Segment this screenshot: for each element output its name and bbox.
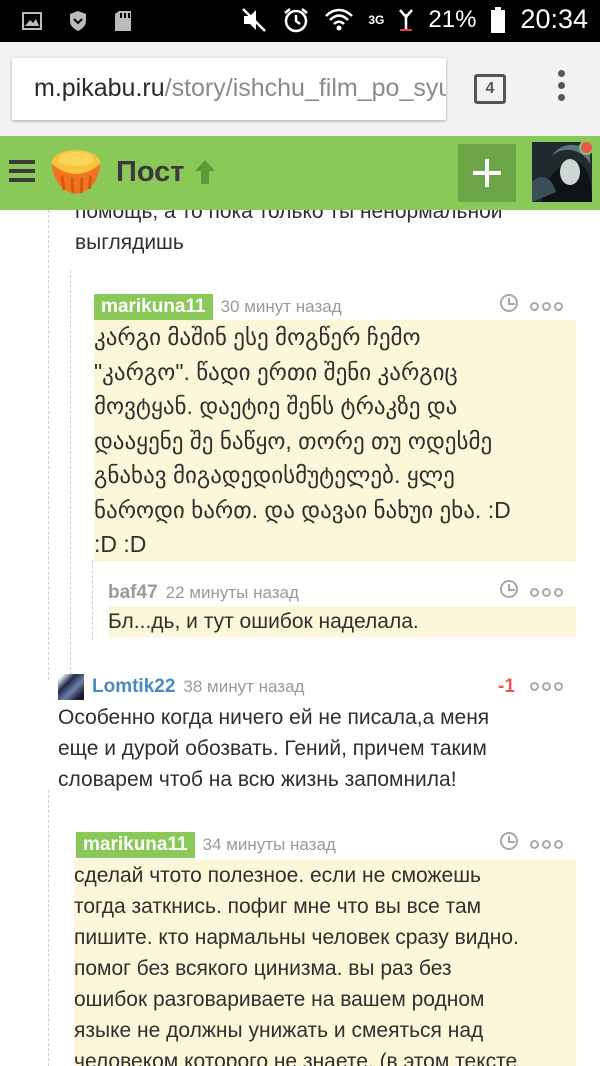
sd-card-icon [115,11,131,31]
comment-time: 38 минут назад [183,677,305,696]
comment-author[interactable]: marikuna11 [76,832,195,858]
comment-text: помощь, а то пока только ты ненормальной… [75,210,503,254]
comment-more-icon[interactable] [530,302,563,311]
comment-more-icon[interactable] [530,840,563,849]
comment-meta: Lomtik22 38 минут назад [58,674,304,700]
signal-icon [399,8,414,31]
comments-thread: помощь, а то пока только ты ненормальной… [0,210,600,1066]
clock-icon[interactable] [500,580,518,598]
gallery-icon [22,12,42,30]
comment-meta: marikuna11 30 минут назад [94,294,342,320]
clock-time: 20:34 [520,4,588,34]
commenter-avatar[interactable] [58,674,84,700]
network-type: 3G [368,12,385,27]
comment-text: сделай чтото полезное. если не сможешь т… [74,860,576,1066]
comment-meta: baf47 22 минуты назад [108,582,299,604]
clock-icon[interactable] [500,294,518,312]
thread-line [48,210,49,680]
comment-rating: -1 [498,676,515,697]
tab-switcher-button[interactable]: 4 [474,74,506,104]
url-host: m.pikabu.ru [34,74,165,102]
comment-author[interactable]: baf47 [108,582,158,604]
comment-text: Особенно когда ничего ей не писала,а мен… [58,706,490,791]
thread-line [48,790,49,1066]
alarm-icon [284,7,309,32]
browser-toolbar: m.pikabu.ru/story/ishchu_film_po_syu 4 [0,42,600,136]
add-post-button[interactable] [458,144,516,202]
scroll-up-arrow-icon[interactable] [192,158,218,186]
comment-author[interactable]: marikuna11 [94,294,213,320]
wifi-icon [325,8,354,30]
comment-author[interactable]: Lomtik22 [92,676,175,698]
comment-more-icon[interactable] [530,588,563,597]
status-bar-notifications [22,10,132,32]
battery-icon [491,6,506,33]
comment-time: 22 минуты назад [165,583,299,602]
comment-time: 30 минут назад [220,297,342,316]
page-title: Пост [116,156,185,188]
app-header: Пост [0,136,600,210]
comment-text: კარგი მაშინ ესე მოგწერ ჩემო "კარგო". წად… [94,320,576,562]
thread-line [70,270,71,680]
pikabu-logo[interactable] [48,146,104,198]
hamburger-menu-icon[interactable] [9,160,35,182]
url-path: /story/ishchu_film_po_syu [164,74,446,102]
thread-line [92,560,93,640]
browser-menu-button[interactable] [553,70,569,106]
comment-time: 34 минуты назад [202,835,336,854]
shield-icon [70,11,86,31]
notification-badge [579,140,594,155]
status-bar: 3G 21% 20:34 [0,0,600,42]
status-bar-system: 3G 21% 20:34 [240,4,588,35]
url-field[interactable]: m.pikabu.ru/story/ishchu_film_po_syu [12,58,446,120]
battery-percent: 21% [428,5,477,33]
comment-meta: marikuna11 34 минуты назад [76,832,336,858]
mute-icon [242,7,267,32]
comment-text: Бл...дь, и тут ошибок наделала. [108,606,576,637]
comment-more-icon[interactable] [530,682,563,691]
clock-icon[interactable] [500,832,518,850]
